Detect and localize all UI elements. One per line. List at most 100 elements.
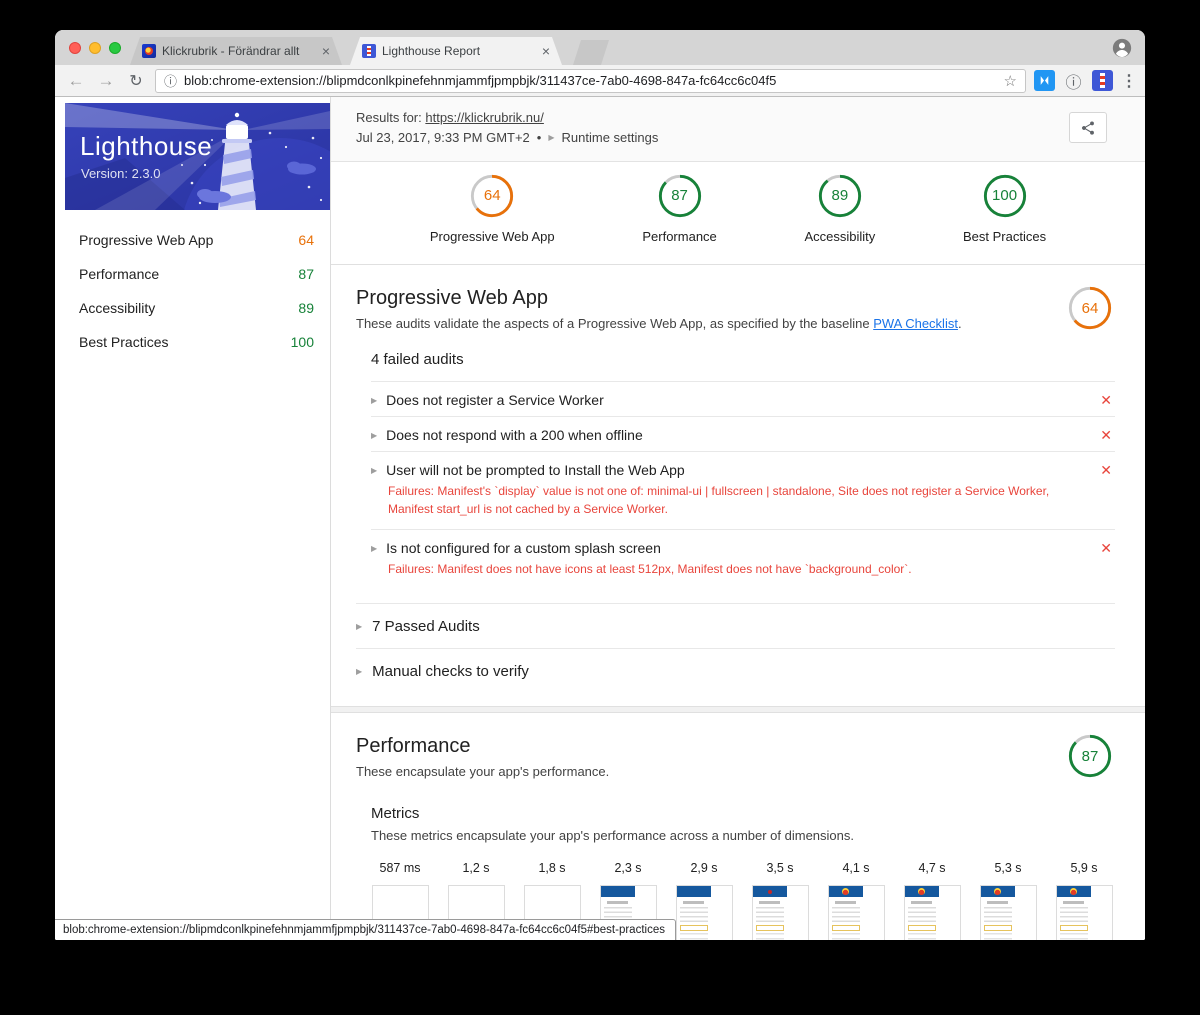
passed-audits-toggle[interactable]: ▶ 7 Passed Audits — [356, 603, 1115, 649]
audit-failure-text: Failures: Manifest's `display` value is … — [388, 482, 1053, 518]
audit-row-offline-200[interactable]: ▶ Does not respond with a 200 when offli… — [371, 416, 1115, 451]
section-title: Progressive Web App — [356, 287, 1115, 310]
fail-x-icon: ✕ — [1100, 427, 1112, 444]
expand-icon[interactable]: ▶ — [371, 431, 377, 440]
section-performance: Performance These encapsulate your app's… — [331, 713, 1145, 940]
report-sidebar: Lighthouse Version: 2.3.0 Progressive We… — [55, 97, 330, 940]
fail-x-icon: ✕ — [1100, 462, 1112, 479]
chevron-right-icon[interactable]: ▶ — [548, 133, 554, 142]
lighthouse-favicon-icon — [362, 44, 376, 58]
score-block-best-practices[interactable]: 100 Best Practices — [963, 173, 1046, 244]
profile-avatar-icon[interactable] — [1111, 37, 1133, 59]
app-version: Version: 2.3.0 — [81, 166, 161, 181]
score-gauge: 64 — [469, 173, 515, 219]
sidebar-item-performance[interactable]: Performance 87 — [55, 257, 330, 291]
export-report-button[interactable] — [1069, 112, 1107, 143]
frame-thumbnail — [904, 885, 961, 940]
score-summary: 64 Progressive Web App 87 Performance — [331, 162, 1145, 265]
share-icon — [1080, 120, 1096, 136]
fail-x-icon: ✕ — [1100, 540, 1112, 557]
tab-lighthouse-report[interactable]: Lighthouse Report × — [350, 37, 562, 65]
zoom-window-button[interactable] — [109, 42, 121, 54]
filmstrip-frame: 4,1 s — [827, 861, 885, 940]
sidebar-item-accessibility[interactable]: Accessibility 89 — [55, 291, 330, 325]
page-info-icon[interactable]: ⓘ — [164, 71, 177, 90]
site-logo-icon — [1070, 888, 1077, 895]
fail-x-icon: ✕ — [1100, 392, 1112, 409]
score-block-pwa[interactable]: 64 Progressive Web App — [430, 173, 555, 244]
frame-timestamp: 2,9 s — [690, 861, 717, 875]
runtime-settings-toggle[interactable]: Runtime settings — [562, 130, 659, 145]
score-gauge: 87 — [657, 173, 703, 219]
site-logo-icon — [918, 888, 925, 895]
report-timestamp: Jul 23, 2017, 9:33 PM GMT+2 — [356, 130, 530, 145]
section-score-gauge: 64 — [1067, 285, 1113, 331]
lighthouse-report-page: Lighthouse Version: 2.3.0 Progressive We… — [55, 97, 1145, 940]
frame-timestamp: 2,3 s — [614, 861, 641, 875]
report-header: Results for: https://klickrubrik.nu/ Jul… — [331, 97, 1145, 162]
expand-icon: ▶ — [356, 622, 362, 631]
sidebar-item-progressive-web-app[interactable]: Progressive Web App 64 — [55, 223, 330, 257]
site-url-link[interactable]: https://klickrubrik.nu/ — [425, 110, 544, 125]
expand-icon[interactable]: ▶ — [371, 544, 377, 553]
bookmark-star-icon[interactable]: ☆ — [1004, 72, 1017, 90]
new-tab-button[interactable] — [573, 40, 609, 65]
audit-row-service-worker[interactable]: ▶ Does not register a Service Worker ✕ — [371, 381, 1115, 416]
filmstrip-frame: 5,3 s — [979, 861, 1037, 940]
frame-timestamp: 587 ms — [380, 861, 421, 875]
expand-icon[interactable]: ▶ — [371, 466, 377, 475]
frame-timestamp: 5,9 s — [1070, 861, 1097, 875]
filmstrip-frame: 2,9 s — [675, 861, 733, 940]
browser-toolbar: ← → ↻ ⓘ blob:chrome-extension://blipmdco… — [55, 65, 1145, 97]
tab-title: Klickrubrik - Förändrar allt — [162, 44, 314, 58]
audit-failure-text: Failures: Manifest does not have icons a… — [388, 560, 1053, 578]
results-for-line: Results for: https://klickrubrik.nu/ — [356, 110, 1145, 125]
filmstrip-frame: 4,7 s — [903, 861, 961, 940]
site-logo-icon — [768, 890, 772, 894]
expand-icon[interactable]: ▶ — [371, 396, 377, 405]
audit-row-splash-screen[interactable]: ▶ Is not configured for a custom splash … — [371, 529, 1115, 589]
close-window-button[interactable] — [69, 42, 81, 54]
frame-thumbnail — [980, 885, 1037, 940]
frame-thumbnail — [828, 885, 885, 940]
site-logo-icon — [842, 888, 849, 895]
frame-thumbnail — [752, 885, 809, 940]
lighthouse-extension-icon[interactable] — [1092, 70, 1113, 91]
manual-checks-toggle[interactable]: ▶ Manual checks to verify — [356, 648, 1115, 694]
audit-row-install-prompt[interactable]: ▶ User will not be prompted to Install t… — [371, 451, 1115, 529]
lighthouse-banner: Lighthouse Version: 2.3.0 — [65, 103, 330, 210]
forward-icon[interactable]: → — [95, 71, 117, 91]
tab-close-icon[interactable]: × — [320, 43, 332, 59]
tab-close-icon[interactable]: × — [540, 43, 552, 59]
section-description: These audits validate the aspects of a P… — [356, 316, 996, 331]
sidebar-nav: Progressive Web App 64 Performance 87 Ac… — [55, 223, 330, 359]
sidebar-item-best-practices[interactable]: Best Practices 100 — [55, 325, 330, 359]
window-controls — [69, 42, 121, 54]
sidebar-score: 89 — [298, 300, 314, 316]
frame-timestamp: 3,5 s — [766, 861, 793, 875]
extension-bowtie-icon[interactable] — [1034, 70, 1055, 91]
report-main: Results for: https://klickrubrik.nu/ Jul… — [330, 97, 1145, 940]
frame-timestamp: 1,8 s — [538, 861, 565, 875]
status-bar: blob:chrome-extension://blipmdconlkpinef… — [55, 919, 676, 940]
site-logo-icon — [994, 888, 1001, 895]
url-bar[interactable]: ⓘ blob:chrome-extension://blipmdconlkpin… — [155, 69, 1026, 93]
score-block-accessibility[interactable]: 89 Accessibility — [805, 173, 876, 244]
app-title: Lighthouse — [80, 131, 212, 162]
sidebar-score: 100 — [291, 334, 314, 350]
pwa-checklist-link[interactable]: PWA Checklist — [873, 316, 958, 331]
reload-icon[interactable]: ↻ — [125, 71, 147, 91]
tab-klickrubrik[interactable]: Klickrubrik - Förändrar allt × — [130, 37, 342, 65]
extension-info-icon[interactable]: ⓘ — [1063, 70, 1084, 91]
frame-timestamp: 4,7 s — [918, 861, 945, 875]
failed-audits-header: 4 failed audits — [371, 351, 1115, 368]
minimize-window-button[interactable] — [89, 42, 101, 54]
browser-menu-icon[interactable]: ⋮ — [1121, 71, 1135, 91]
back-icon[interactable]: ← — [65, 71, 87, 91]
filmstrip-frame: 5,9 s — [1055, 861, 1113, 940]
tab-bar: Klickrubrik - Förändrar allt × Lighthous… — [55, 30, 1145, 65]
sidebar-score: 87 — [298, 266, 314, 282]
tab-title: Lighthouse Report — [382, 44, 534, 58]
score-block-performance[interactable]: 87 Performance — [642, 173, 716, 244]
section-title: Performance — [356, 735, 1115, 758]
